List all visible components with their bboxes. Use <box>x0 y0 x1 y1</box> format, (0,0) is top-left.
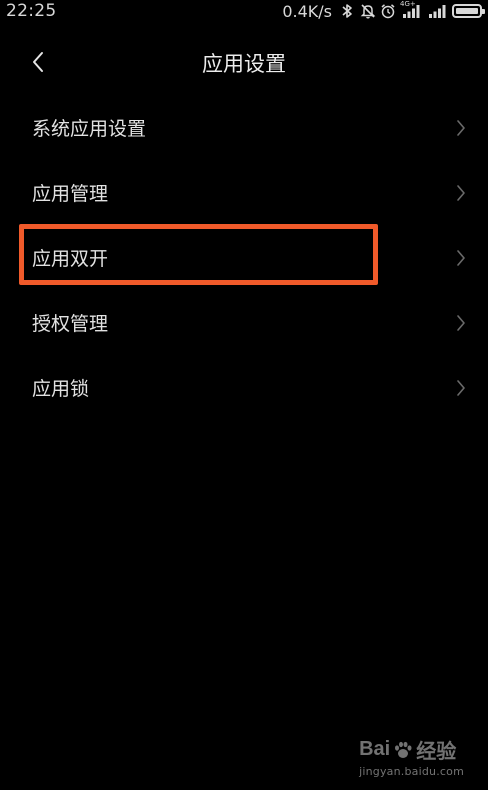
mute-icon <box>360 3 376 19</box>
watermark-url: jingyan.baidu.com <box>359 765 464 778</box>
signal-icon <box>428 3 446 19</box>
battery-fill <box>456 8 478 14</box>
watermark-logo-text-left: Bai <box>359 738 391 760</box>
header: 应用设置 <box>0 36 488 88</box>
signal-tag: 4G+ <box>400 0 416 8</box>
menu-item-app-management[interactable]: 应用管理 <box>0 160 488 225</box>
menu-item-system-app-settings[interactable]: 系统应用设置 <box>0 95 488 160</box>
alarm-icon <box>380 3 395 19</box>
menu-item-label: 系统应用设置 <box>32 118 147 140</box>
watermark-logo: Bai 经验 <box>359 735 464 764</box>
paw-icon <box>395 741 412 758</box>
chevron-right-icon <box>457 380 465 396</box>
menu-item-permissions[interactable]: 授权管理 <box>0 290 488 355</box>
bluetooth-icon <box>340 3 354 19</box>
chevron-right-icon <box>457 120 465 136</box>
watermark-logo-text-right: 经验 <box>416 741 457 763</box>
menu-item-label: 应用锁 <box>32 378 90 400</box>
menu-item-label: 应用双开 <box>32 248 109 270</box>
signal-4g-icon: 4G+ <box>400 0 422 19</box>
menu-item-label: 授权管理 <box>32 313 109 335</box>
menu-item-app-lock[interactable]: 应用锁 <box>0 355 488 420</box>
baidu-jingyan-watermark: Bai 经验 jingyan.baidu.com <box>359 735 464 778</box>
chevron-right-icon <box>457 250 465 266</box>
status-bar: 22:25 0.4K/s 4G+ <box>0 0 488 24</box>
menu-item-dual-apps[interactable]: 应用双开 <box>0 225 488 290</box>
status-time: 22:25 <box>6 1 57 21</box>
chevron-right-icon <box>457 315 465 331</box>
chevron-right-icon <box>457 185 465 201</box>
status-icons: 0.4K/s 4G+ <box>282 0 485 21</box>
menu-item-label: 应用管理 <box>32 183 109 205</box>
battery-icon <box>452 4 485 18</box>
settings-menu: 系统应用设置 应用管理 应用双开 授权管理 应用锁 <box>0 95 488 420</box>
net-speed: 0.4K/s <box>282 1 332 21</box>
page-title: 应用设置 <box>202 52 286 76</box>
